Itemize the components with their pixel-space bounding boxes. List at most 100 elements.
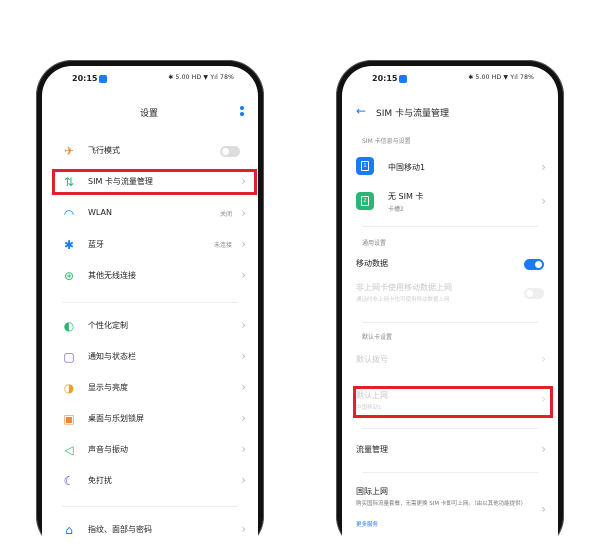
settings-item-display[interactable]: ◑ 显示与亮度 ›: [42, 376, 258, 400]
notification-icon: ▢: [63, 350, 75, 364]
brightness-icon: ◑: [63, 381, 75, 395]
section-divider: [62, 506, 238, 507]
mobile-data-item[interactable]: 移动数据: [342, 252, 558, 276]
chevron-right-icon: ›: [241, 349, 246, 363]
item-label: 非上网卡使用移动数据上网: [356, 283, 452, 292]
more-services-link[interactable]: 更多服务: [356, 520, 378, 528]
settings-item-wallpaper[interactable]: ▣ 桌面与乐划锁屏 ›: [42, 407, 258, 431]
item-label: 蓝牙: [88, 240, 104, 249]
item-label: 飞行模式: [88, 146, 120, 155]
sound-icon: ◁: [64, 443, 74, 457]
status-bar: 20:15 ✱ 5.00 HD ▼ Yıl 78%: [342, 74, 558, 88]
item-label: 移动数据: [356, 259, 388, 268]
settings-item-wireless[interactable]: ⊛ 其他无线连接 ›: [42, 264, 258, 288]
settings-item-bluetooth[interactable]: ✱ 蓝牙 未连接 ›: [42, 233, 258, 257]
page-title: 设置: [140, 109, 159, 119]
section-divider: [362, 428, 538, 429]
chevron-right-icon: ›: [541, 194, 546, 208]
settings-item-airplane[interactable]: ✈ 飞行模式: [42, 139, 258, 163]
chevron-right-icon: ›: [541, 160, 546, 174]
sim1-icon: 1: [356, 157, 374, 175]
item-label: 通知与状态栏: [88, 352, 136, 361]
chevron-right-icon: ›: [541, 352, 546, 366]
item-label: WLAN: [88, 208, 113, 217]
airplane-toggle[interactable]: [220, 146, 240, 157]
chevron-right-icon: ›: [241, 522, 246, 536]
moon-icon: ☾: [63, 474, 75, 488]
status-indicators: ✱ 5.00 HD ▼ Yıl 78%: [168, 74, 234, 81]
settings-item-dnd[interactable]: ☾ 免打扰 ›: [42, 469, 258, 493]
section-divider: [362, 322, 538, 323]
app-notification-icon: [399, 75, 407, 83]
non-default-toggle[interactable]: [524, 288, 544, 299]
highlight-box-default-data: [353, 386, 553, 418]
right-phone: 20:15 ✱ 5.00 HD ▼ Yıl 78% ← SIM 卡与流量管理 S…: [336, 60, 564, 552]
sim-item-2[interactable]: 2 无 SIM 卡 卡槽2 ›: [342, 186, 558, 218]
sim-label: 无 SIM 卡: [388, 192, 424, 201]
item-label: 声音与振动: [88, 445, 128, 454]
non-default-data-item[interactable]: 非上网卡使用移动数据上网 通话时非上网卡也可使用移动数据上网: [342, 278, 558, 308]
chevron-right-icon: ›: [241, 268, 246, 282]
settings-item-sound[interactable]: ◁ 声音与振动 ›: [42, 438, 258, 462]
highlight-box-sim: [52, 169, 257, 195]
wallpaper-icon: ▣: [63, 412, 75, 426]
item-sub: 通话时非上网卡也可使用移动数据上网: [356, 297, 450, 303]
settings-item-personalize[interactable]: ◐ 个性化定制 ›: [42, 314, 258, 338]
chevron-right-icon: ›: [241, 237, 246, 251]
chevron-right-icon: ›: [241, 318, 246, 332]
settings-item-fingerprint[interactable]: ⌂ 指纹、面部与密码 ›: [42, 518, 258, 542]
status-time: 20:15: [72, 74, 98, 83]
airplane-icon: ✈: [63, 144, 75, 158]
section-divider: [362, 472, 538, 473]
fingerprint-icon: ⌂: [65, 523, 73, 537]
item-label: 流量管理: [356, 445, 388, 454]
wifi-icon: ◠: [63, 207, 75, 221]
item-label: 其他无线连接: [88, 271, 136, 280]
item-label: 显示与亮度: [88, 383, 128, 392]
item-label: 免打扰: [88, 476, 112, 485]
status-bar: 20:15 ✱ 5.00 HD ▼ Yıl 78%: [42, 74, 258, 88]
left-screen: 20:15 ✱ 5.00 HD ▼ Yıl 78% 设置 ✈ 飞行模式 ⇅ SI…: [42, 66, 258, 552]
chevron-right-icon: ›: [541, 502, 546, 516]
sim2-icon: 2: [356, 192, 374, 210]
settings-item-wlan[interactable]: ◠ WLAN 关闭 ›: [42, 202, 258, 226]
chevron-right-icon: ›: [541, 442, 546, 456]
sim-item-1[interactable]: 1 中国移动1 ›: [342, 152, 558, 182]
traffic-management-item[interactable]: 流量管理 ›: [342, 438, 558, 462]
section-divider: [362, 226, 538, 227]
item-label: 指纹、面部与密码: [88, 525, 152, 534]
left-phone: 20:15 ✱ 5.00 HD ▼ Yıl 78% 设置 ✈ 飞行模式 ⇅ SI…: [36, 60, 264, 552]
chevron-right-icon: ›: [241, 206, 246, 220]
sim-label: 中国移动1: [388, 163, 426, 172]
default-call-item[interactable]: 默认拨号 ›: [342, 348, 558, 372]
back-arrow-icon[interactable]: ←: [356, 104, 366, 118]
chevron-right-icon: ›: [241, 473, 246, 487]
wireless-icon: ⊛: [63, 269, 75, 283]
bluetooth-icon: ✱: [63, 238, 75, 252]
item-desc: 购买国际流量套餐，无需更换 SIM 卡即可上网。（由以其他功能提供）: [356, 501, 527, 507]
more-options-icon[interactable]: [240, 106, 244, 118]
chevron-right-icon: ›: [241, 442, 246, 456]
item-label: 默认拨号: [356, 355, 388, 364]
settings-item-notification[interactable]: ▢ 通知与状态栏 ›: [42, 345, 258, 369]
section-divider: [62, 302, 238, 303]
item-label: 国际上网: [356, 487, 388, 496]
section-header-general: 通用设置: [362, 240, 387, 247]
page-title: SIM 卡与流量管理: [376, 109, 449, 119]
item-value: 关闭: [219, 211, 232, 218]
sim-sub: 卡槽2: [388, 206, 404, 213]
item-label: 个性化定制: [88, 321, 128, 330]
chevron-right-icon: ›: [241, 411, 246, 425]
status-indicators: ✱ 5.00 HD ▼ Yıl 78%: [468, 74, 534, 81]
palette-icon: ◐: [63, 319, 75, 333]
item-label: 桌面与乐划锁屏: [88, 414, 144, 423]
section-header-default: 默认卡设置: [362, 334, 393, 341]
app-notification-icon: [99, 75, 107, 83]
international-roaming-item[interactable]: 国际上网 购买国际流量套餐，无需更换 SIM 卡即可上网。（由以其他功能提供） …: [342, 482, 558, 536]
item-value: 未连接: [213, 242, 232, 249]
status-time: 20:15: [372, 74, 398, 83]
right-screen: 20:15 ✱ 5.00 HD ▼ Yıl 78% ← SIM 卡与流量管理 S…: [342, 66, 558, 552]
chevron-right-icon: ›: [241, 380, 246, 394]
section-header-sim: SIM 卡信息与设置: [362, 138, 411, 145]
mobile-data-toggle[interactable]: [524, 259, 544, 270]
